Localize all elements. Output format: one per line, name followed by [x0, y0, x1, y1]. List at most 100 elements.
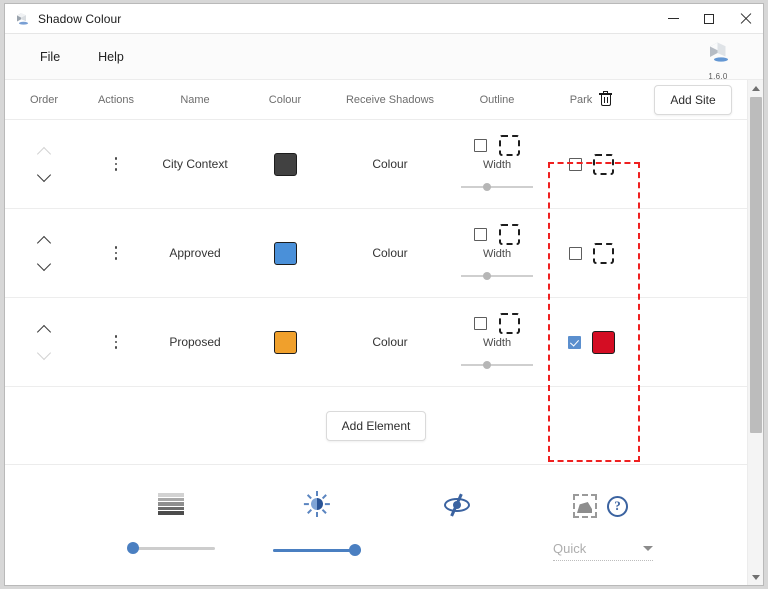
- move-down-icon[interactable]: [37, 171, 52, 180]
- park-colour-swatch[interactable]: [593, 243, 614, 264]
- add-site-cell: Add Site: [639, 85, 747, 115]
- outline-width-slider[interactable]: [461, 359, 533, 371]
- colour-swatch: [274, 242, 297, 265]
- scroll-down-icon[interactable]: [748, 569, 764, 585]
- app-window: Shadow Colour File Help 1.6.0: [4, 3, 764, 586]
- colour-swatch: [274, 153, 297, 176]
- gradient-slider[interactable]: [127, 541, 215, 555]
- table-row: City Context Colour Width: [5, 120, 747, 209]
- column-header-receive-shadows: Receive Shadows: [329, 94, 451, 106]
- maximize-button[interactable]: [691, 4, 727, 34]
- row-name: City Context: [149, 120, 241, 208]
- row-name-label: Approved: [169, 246, 220, 260]
- column-header-name: Name: [149, 94, 241, 106]
- outline-checkbox[interactable]: [474, 228, 487, 241]
- park-cell: [543, 298, 639, 386]
- sun-brightness-icon[interactable]: [304, 491, 330, 517]
- receive-shadows-cell[interactable]: Colour: [329, 120, 451, 208]
- quick-select-value: Quick: [553, 541, 586, 556]
- outline-width-slider[interactable]: [461, 181, 533, 193]
- selection-shape-icon[interactable]: [573, 494, 597, 518]
- vertical-scrollbar[interactable]: [747, 80, 763, 585]
- gradient-stripes-icon[interactable]: [158, 493, 184, 515]
- row-name: Approved: [149, 209, 241, 297]
- brightness-slider[interactable]: [273, 543, 361, 557]
- actions-menu-button[interactable]: [83, 209, 149, 297]
- outline-width-label: Width: [483, 337, 511, 349]
- colour-swatch: [274, 331, 297, 354]
- window-title: Shadow Colour: [38, 12, 121, 26]
- bottom-toolbar: ? Quick: [5, 465, 747, 585]
- trash-icon[interactable]: [599, 92, 612, 107]
- park-colour-swatch[interactable]: [592, 331, 615, 354]
- row-name-label: Proposed: [169, 335, 220, 349]
- outline-width-slider[interactable]: [461, 270, 533, 282]
- window-controls: [655, 4, 763, 34]
- visibility-tool-group: [442, 495, 472, 515]
- row-spacer: [639, 209, 747, 297]
- close-button[interactable]: [727, 4, 763, 34]
- menu-help[interactable]: Help: [85, 44, 137, 70]
- column-header-park: Park: [543, 92, 639, 107]
- help-icon[interactable]: ?: [607, 496, 628, 517]
- order-controls: [5, 120, 83, 208]
- outline-width-label: Width: [483, 159, 511, 171]
- move-up-icon[interactable]: [37, 237, 52, 246]
- title-bar: Shadow Colour: [5, 4, 763, 34]
- colour-swatch-cell[interactable]: [241, 209, 329, 297]
- outline-checkbox[interactable]: [474, 317, 487, 330]
- outline-colour-swatch[interactable]: [499, 135, 520, 156]
- add-element-button[interactable]: Add Element: [326, 411, 427, 441]
- add-element-strip: Add Element: [5, 387, 747, 465]
- park-checkbox[interactable]: [568, 336, 581, 349]
- menu-file[interactable]: File: [27, 44, 73, 70]
- park-checkbox[interactable]: [569, 158, 582, 171]
- column-header-outline: Outline: [451, 94, 543, 106]
- gradient-tool-group: [127, 493, 215, 555]
- column-header-park-label: Park: [570, 94, 593, 106]
- colour-swatch-cell[interactable]: [241, 298, 329, 386]
- quick-select[interactable]: Quick: [553, 541, 653, 561]
- selection-tool-group: ?: [573, 494, 628, 518]
- move-up-icon[interactable]: [37, 326, 52, 335]
- move-down-icon[interactable]: [37, 349, 52, 358]
- move-down-icon[interactable]: [37, 260, 52, 269]
- park-cell: [543, 209, 639, 297]
- close-icon: [740, 13, 751, 24]
- eye-off-icon[interactable]: [442, 495, 472, 515]
- column-header-colour: Colour: [241, 94, 329, 106]
- outline-checkbox[interactable]: [474, 139, 487, 152]
- scrollbar-thumb[interactable]: [750, 97, 762, 433]
- add-site-button[interactable]: Add Site: [654, 85, 731, 115]
- outline-cell: Width: [451, 298, 543, 386]
- outline-colour-swatch[interactable]: [499, 313, 520, 334]
- row-name-label: City Context: [162, 157, 227, 171]
- order-controls: [5, 298, 83, 386]
- app-brand: 1.6.0: [697, 38, 739, 81]
- receive-shadows-label: Colour: [372, 246, 407, 260]
- minimize-button[interactable]: [655, 4, 691, 34]
- outline-colour-swatch[interactable]: [499, 224, 520, 245]
- actions-menu-button[interactable]: [83, 298, 149, 386]
- receive-shadows-label: Colour: [372, 157, 407, 171]
- scroll-up-icon[interactable]: [748, 80, 764, 96]
- move-up-icon[interactable]: [37, 148, 52, 157]
- column-header-actions: Actions: [83, 94, 149, 106]
- actions-menu-button[interactable]: [83, 120, 149, 208]
- outline-width-label: Width: [483, 248, 511, 260]
- colour-swatch-cell[interactable]: [241, 120, 329, 208]
- receive-shadows-cell[interactable]: Colour: [329, 209, 451, 297]
- chevron-down-icon: [643, 546, 653, 551]
- minimize-icon: [668, 18, 679, 19]
- receive-shadows-cell[interactable]: Colour: [329, 298, 451, 386]
- order-controls: [5, 209, 83, 297]
- park-checkbox[interactable]: [569, 247, 582, 260]
- outline-cell: Width: [451, 120, 543, 208]
- row-name: Proposed: [149, 298, 241, 386]
- table-header: Order Actions Name Colour Receive Shadow…: [5, 80, 747, 120]
- kebab-menu-icon: [115, 246, 118, 260]
- kebab-menu-icon: [115, 335, 118, 349]
- park-colour-swatch[interactable]: [593, 154, 614, 175]
- maximize-icon: [704, 14, 714, 24]
- scroll-content: Order Actions Name Colour Receive Shadow…: [5, 80, 747, 585]
